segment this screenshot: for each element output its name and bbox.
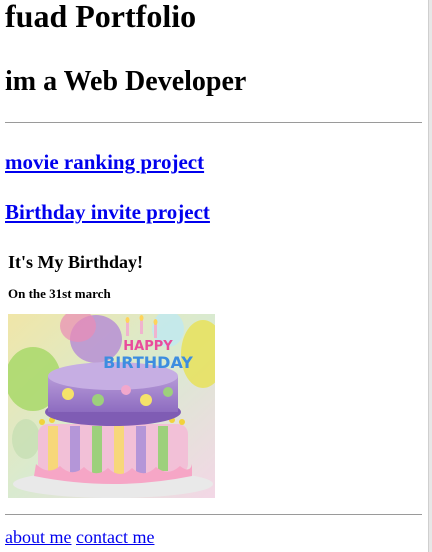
birthday-cake-image: HAPPY BIRTHDAY: [8, 314, 215, 498]
svg-text:HAPPY: HAPPY: [123, 339, 173, 354]
project-item-birthday-invite: Birthday invite project: [5, 200, 210, 225]
svg-text:BIRTHDAY: BIRTHDAY: [103, 353, 193, 372]
divider-top: [5, 122, 422, 123]
movie-ranking-project-link[interactable]: movie ranking project: [5, 150, 204, 174]
birthday-invite-preview: It's My Birthday! On the 31st march HAPP…: [8, 246, 215, 498]
contact-me-link[interactable]: contact me: [76, 527, 154, 547]
page-title: fuad Portfolio: [5, 0, 197, 34]
invite-title: It's My Birthday!: [8, 252, 143, 272]
scrollbar[interactable]: [428, 0, 432, 552]
page: fuad Portfolio im a Web Developer movie …: [5, 0, 422, 547]
page-subtitle: im a Web Developer: [5, 66, 247, 97]
footer-links: about me contact me: [5, 527, 154, 548]
birthday-invite-project-link[interactable]: Birthday invite project: [5, 200, 210, 224]
divider-bottom: [5, 514, 422, 515]
about-me-link[interactable]: about me: [5, 527, 71, 547]
project-item-movie-ranking: movie ranking project: [5, 150, 204, 175]
invite-date: On the 31st march: [8, 286, 111, 301]
